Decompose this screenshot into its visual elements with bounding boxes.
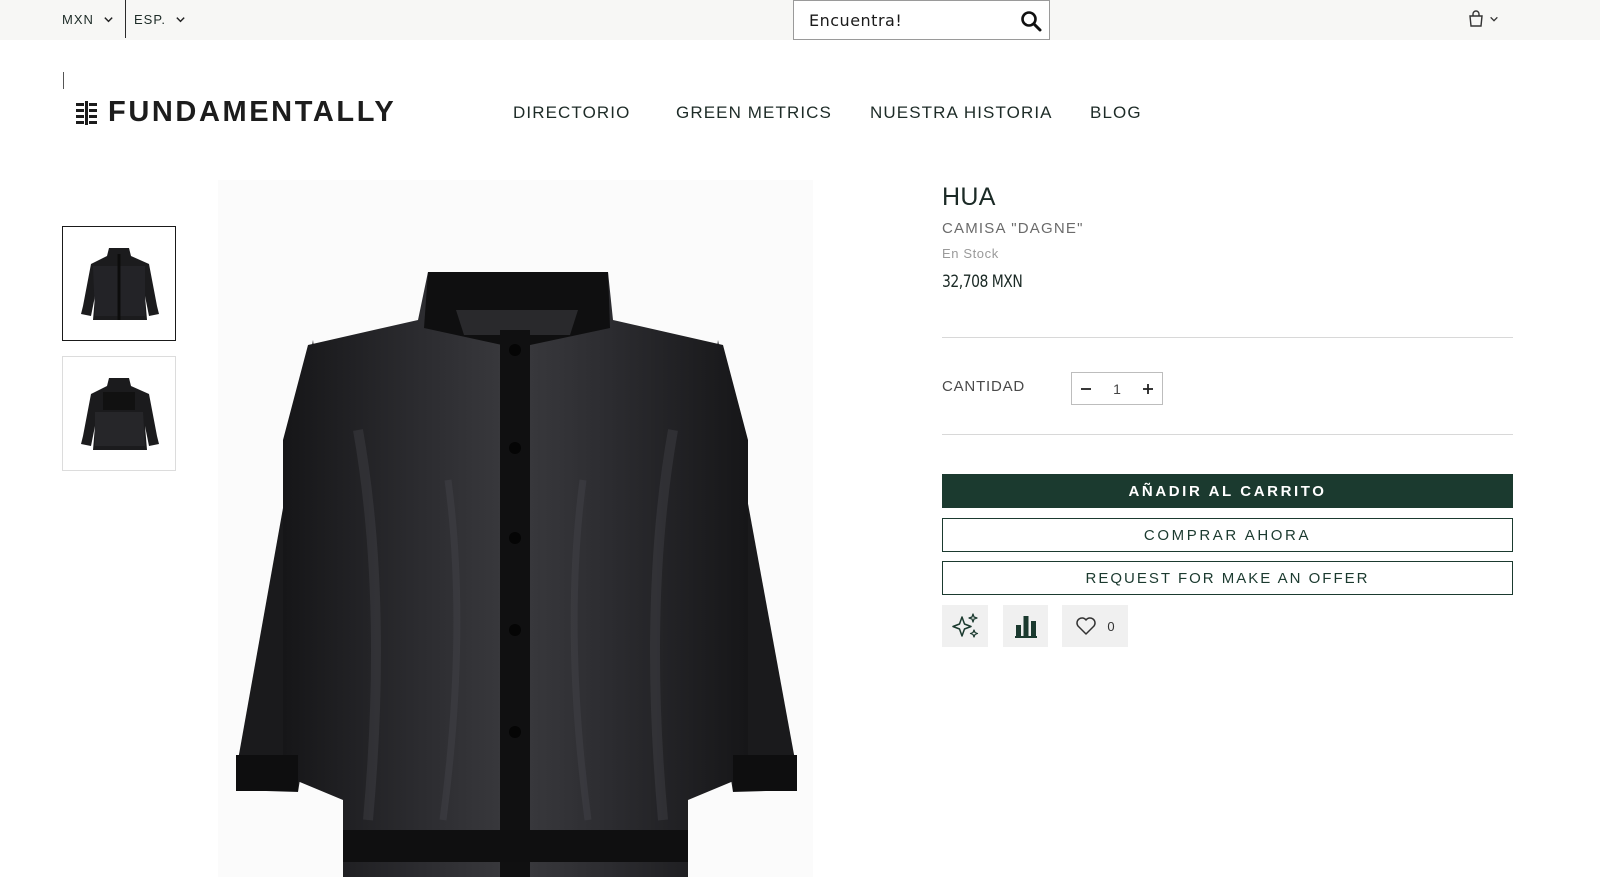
shirt-photo-illustration: [236, 272, 797, 877]
chevron-down-icon: [1490, 16, 1498, 22]
logo-mark-icon: [76, 100, 97, 125]
buy-now-button[interactable]: COMPRAR AHORA: [942, 518, 1513, 552]
search-icon[interactable]: [1019, 9, 1043, 33]
sparkles-icon: [952, 613, 979, 638]
decrement-button[interactable]: [1072, 373, 1100, 404]
minus-icon: [1081, 387, 1091, 390]
plus-icon: [1143, 383, 1153, 394]
cart-button[interactable]: [1467, 10, 1499, 28]
top-utility-bar: MXN ESP.: [0, 0, 1600, 40]
increment-button[interactable]: [1134, 373, 1162, 404]
language-selector[interactable]: ESP.: [134, 0, 186, 38]
product-name: CAMISA "DAGNE": [942, 220, 1084, 237]
product-price: 32,708 MXN: [942, 272, 1023, 292]
shopping-bag-icon: [1469, 10, 1483, 27]
chevron-down-icon: [104, 16, 113, 22]
search-box: [793, 0, 1050, 40]
logo[interactable]: FUNDAMENTALLY: [76, 98, 396, 127]
add-to-cart-button[interactable]: AÑADIR AL CARRITO: [942, 474, 1513, 508]
green-metrics-button[interactable]: [1003, 605, 1048, 647]
divider: [942, 434, 1513, 435]
quantity-stepper: [1071, 372, 1163, 405]
language-label: ESP.: [134, 11, 166, 27]
product-brand[interactable]: HUA: [942, 183, 996, 212]
wishlist-button[interactable]: 0: [1062, 605, 1128, 647]
bar-chart-icon: [1014, 616, 1037, 638]
chevron-down-icon: [176, 16, 185, 22]
thumbnail-back[interactable]: [62, 356, 176, 471]
selector-divider: [125, 0, 126, 38]
ai-sparkle-button[interactable]: [942, 605, 988, 647]
text-caret: [63, 72, 64, 89]
logo-wordmark: FUNDAMENTALLY: [108, 96, 397, 128]
divider: [942, 337, 1513, 338]
quantity-input[interactable]: [1100, 380, 1134, 397]
currency-label: MXN: [62, 11, 94, 27]
make-offer-button[interactable]: REQUEST FOR MAKE AN OFFER: [942, 561, 1513, 595]
quantity-label: CANTIDAD: [942, 378, 1026, 395]
main-product-image[interactable]: [218, 180, 813, 877]
shirt-back-thumbnail-image: [81, 377, 159, 450]
nav-item-green-metrics[interactable]: GREEN METRICS: [676, 103, 832, 123]
shirt-front-thumbnail-image: [81, 247, 159, 320]
nav-item-directorio[interactable]: DIRECTORIO: [513, 103, 630, 123]
heart-icon: [1076, 617, 1097, 635]
nav-item-blog[interactable]: BLOG: [1090, 103, 1142, 123]
wishlist-count: 0: [1107, 618, 1115, 634]
nav-item-nuestra-historia[interactable]: NUESTRA HISTORIA: [870, 103, 1053, 123]
search-input[interactable]: [794, 1, 1004, 39]
thumbnail-front[interactable]: [62, 226, 176, 341]
stock-status: En Stock: [942, 246, 999, 261]
currency-selector[interactable]: MXN: [62, 0, 114, 38]
